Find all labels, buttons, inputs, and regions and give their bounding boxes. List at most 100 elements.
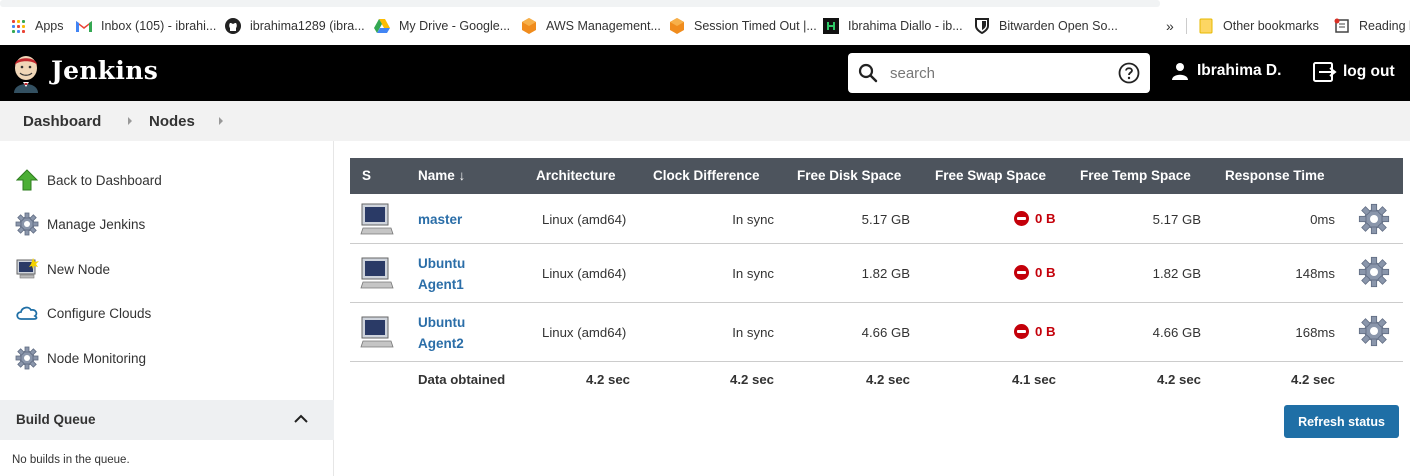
- bitwarden-shield-icon: [974, 18, 990, 34]
- swap-value: 0 B: [1035, 265, 1056, 280]
- column-header-free-disk-space[interactable]: Free Disk Space: [797, 168, 901, 183]
- bookmark-label: ibrahima1289 (ibra...: [250, 19, 365, 33]
- footer-temp: 4.2 sec: [1157, 372, 1201, 387]
- column-header-name[interactable]: Name ↓: [418, 168, 465, 183]
- footer-label: Data obtained: [418, 372, 506, 387]
- reading-list[interactable]: Reading li: [1334, 16, 1410, 36]
- bookmarks-overflow-button[interactable]: »: [1166, 16, 1174, 36]
- bookmarks-divider: [1186, 18, 1187, 34]
- cell-swap: 0 B: [1014, 211, 1056, 226]
- gear-icon: [15, 346, 39, 370]
- bookmark-bitwarden[interactable]: Bitwarden Open So...: [974, 16, 1118, 36]
- node-link-master[interactable]: master: [418, 209, 462, 230]
- swap-value: 0 B: [1035, 211, 1056, 226]
- help-icon[interactable]: [1118, 62, 1140, 84]
- bookmark-label: Apps: [35, 19, 64, 33]
- cell-clock: In sync: [732, 325, 774, 340]
- cell-architecture: Linux (amd64): [542, 266, 627, 281]
- computer-icon: [360, 316, 394, 348]
- bookmark-hackerrank[interactable]: Ibrahima Diallo - ib...: [823, 16, 963, 36]
- search-icon: [858, 63, 878, 83]
- breadcrumb-dashboard[interactable]: Dashboard: [23, 113, 101, 130]
- column-header-free-swap-space[interactable]: Free Swap Space: [935, 168, 1046, 183]
- bookmark-aws[interactable]: AWS Management...: [521, 16, 661, 36]
- bookmark-label: Bitwarden Open So...: [999, 19, 1118, 33]
- browser-toolbar-edge: [0, 0, 1410, 8]
- sidebar-item-configure-clouds[interactable]: Configure Clouds: [15, 300, 151, 326]
- sidebar-item-node-monitoring[interactable]: Node Monitoring: [15, 345, 146, 371]
- sidebar-item-manage-jenkins[interactable]: Manage Jenkins: [15, 211, 145, 237]
- cell-response: 168ms: [1295, 325, 1335, 340]
- build-queue-header[interactable]: Build Queue: [0, 400, 334, 440]
- node-name-line: Agent1: [418, 277, 464, 292]
- gear-icon[interactable]: [1358, 203, 1390, 235]
- gear-icon[interactable]: [1358, 315, 1390, 347]
- column-header-free-temp-space[interactable]: Free Temp Space: [1080, 168, 1191, 183]
- table-footer: Data obtained 4.2 sec 4.2 sec 4.2 sec 4.…: [350, 363, 1403, 399]
- cell-disk: 5.17 GB: [861, 212, 910, 227]
- error-icon: [1014, 324, 1029, 339]
- cloud-icon: [15, 301, 39, 325]
- node-name-line: Ubuntu: [418, 256, 466, 271]
- table-header: S Name ↓ Architecture Clock Difference F…: [350, 158, 1403, 194]
- bookmark-gmail[interactable]: Inbox (105) - ibrahi...: [76, 16, 216, 36]
- jenkins-logo-icon[interactable]: [8, 53, 44, 93]
- sidebar-item-label: Manage Jenkins: [47, 216, 146, 232]
- search-input[interactable]: [890, 61, 1110, 85]
- user-icon: [1172, 63, 1188, 80]
- cell-clock: In sync: [732, 212, 774, 227]
- sidebar-item-back-to-dashboard[interactable]: Back to Dashboard: [15, 167, 162, 193]
- cell-temp: 1.82 GB: [1152, 266, 1201, 281]
- computer-icon: [360, 203, 394, 235]
- node-link-ubuntu-agent1[interactable]: Ubuntu Agent1: [418, 253, 465, 295]
- chevron-up-icon[interactable]: [294, 414, 308, 424]
- folder-icon: [1198, 18, 1214, 34]
- sidebar: Back to Dashboard Manage Jenkins New Nod…: [0, 141, 334, 476]
- bookmark-label: Reading li: [1359, 19, 1410, 33]
- cell-clock: In sync: [732, 266, 774, 281]
- node-name-line: Ubuntu: [418, 315, 466, 330]
- cell-swap: 0 B: [1014, 324, 1056, 339]
- sidebar-item-new-node[interactable]: New Node: [15, 256, 110, 282]
- cell-architecture: Linux (amd64): [542, 325, 627, 340]
- other-bookmarks[interactable]: Other bookmarks: [1198, 16, 1319, 36]
- aws-icon: [521, 18, 537, 34]
- footer-clock: 4.2 sec: [730, 372, 774, 387]
- refresh-status-button[interactable]: Refresh status: [1284, 405, 1399, 438]
- computer-icon: [360, 257, 394, 289]
- apps-grid-icon: [10, 18, 26, 34]
- hackerrank-icon: [823, 18, 839, 34]
- cell-temp: 4.66 GB: [1152, 325, 1201, 340]
- gmail-icon: [76, 18, 92, 34]
- cell-response: 0ms: [1310, 212, 1335, 227]
- column-header-architecture[interactable]: Architecture: [536, 168, 616, 183]
- chevron-right-icon[interactable]: [125, 115, 135, 127]
- breadcrumb-nodes[interactable]: Nodes: [149, 113, 195, 130]
- brand-title[interactable]: Jenkins: [51, 56, 158, 85]
- github-icon: [225, 18, 241, 34]
- bookmark-github[interactable]: ibrahima1289 (ibra...: [225, 16, 365, 36]
- cell-architecture: Linux (amd64): [542, 212, 627, 227]
- gear-icon[interactable]: [1358, 256, 1390, 288]
- bookmark-label: Inbox (105) - ibrahi...: [101, 19, 217, 33]
- sidebar-item-label: Back to Dashboard: [47, 172, 162, 188]
- overflow-label: »: [1166, 18, 1174, 34]
- logout-link[interactable]: log out: [1313, 62, 1395, 82]
- up-arrow-icon: [15, 168, 39, 192]
- reading-list-icon: [1334, 18, 1350, 34]
- column-header-status[interactable]: S: [362, 168, 371, 183]
- chevron-right-icon[interactable]: [216, 115, 226, 127]
- cell-response: 148ms: [1295, 266, 1335, 281]
- bookmark-drive[interactable]: My Drive - Google...: [374, 16, 510, 36]
- user-link[interactable]: Ibrahima D.: [1171, 62, 1281, 80]
- logout-icon: [1313, 62, 1337, 82]
- node-link-ubuntu-agent2[interactable]: Ubuntu Agent2: [418, 312, 465, 354]
- bookmark-aws-session[interactable]: Session Timed Out |...: [669, 16, 817, 36]
- bookmark-label: Session Timed Out |...: [694, 19, 817, 33]
- search-box: [848, 53, 1150, 93]
- logout-label: log out: [1343, 63, 1395, 80]
- column-header-response-time[interactable]: Response Time: [1225, 168, 1325, 183]
- cell-temp: 5.17 GB: [1152, 212, 1201, 227]
- column-header-clock-difference[interactable]: Clock Difference: [653, 168, 760, 183]
- bookmark-apps[interactable]: Apps: [10, 16, 64, 36]
